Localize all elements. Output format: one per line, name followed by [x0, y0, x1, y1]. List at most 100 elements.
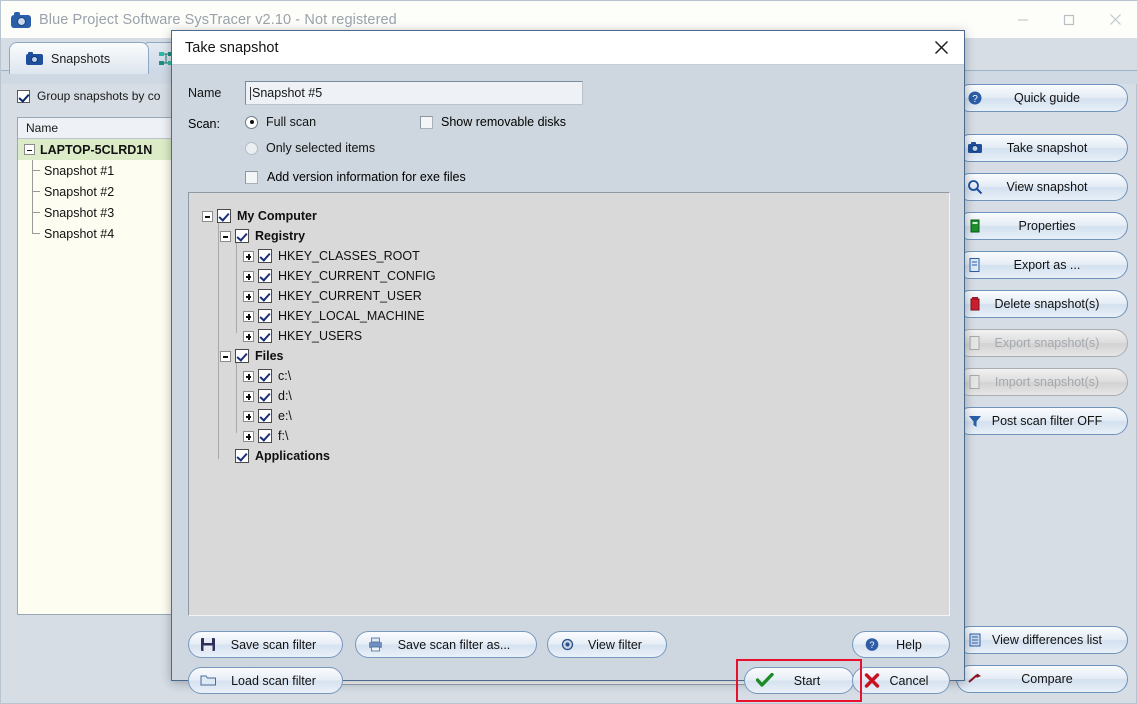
radio-full-scan[interactable]: Full scan	[245, 115, 316, 129]
cancel-button[interactable]: Cancel	[852, 667, 950, 694]
checkbox-checked[interactable]	[258, 289, 272, 303]
radio-full-scan-label: Full scan	[266, 115, 317, 129]
checkbox-checked[interactable]	[258, 429, 272, 443]
collapse-expander-icon[interactable]	[24, 144, 35, 155]
name-row: Name Snapshot #5	[188, 81, 964, 105]
checkbox-checked[interactable]	[258, 309, 272, 323]
camera-icon	[26, 51, 43, 66]
scan-filter-tree[interactable]: My Computer Registry HKEY_CLASSES_ROOT H…	[188, 192, 950, 616]
properties-button[interactable]: Properties	[956, 212, 1128, 240]
expand-expander-icon[interactable]	[243, 390, 254, 402]
properties-icon	[967, 218, 983, 234]
expand-expander-icon[interactable]	[243, 310, 254, 322]
export-snapshots-button[interactable]: Export snapshot(s)	[956, 329, 1128, 357]
view-differences-button[interactable]: View differences list	[956, 626, 1128, 654]
tree-node[interactable]: HKEY_LOCAL_MACHINE	[202, 306, 949, 326]
list-item[interactable]: Snapshot #2	[18, 181, 183, 202]
expand-expander-icon[interactable]	[243, 270, 254, 282]
snapshot-label: Snapshot #3	[44, 205, 115, 220]
expand-expander-icon[interactable]	[243, 430, 254, 442]
tab-snapshots-label: Snapshots	[51, 51, 111, 66]
post-scan-filter-button[interactable]: Post scan filter OFF	[956, 407, 1128, 435]
minimize-button[interactable]	[1000, 1, 1046, 38]
help-button[interactable]: ? Help	[852, 631, 950, 658]
load-scan-filter-button[interactable]: Load scan filter	[188, 667, 343, 694]
radio-only-selected[interactable]: Only selected items	[245, 141, 375, 155]
save-scan-filter-as-button[interactable]: Save scan filter as...	[355, 631, 537, 658]
tree-node[interactable]: HKEY_CLASSES_ROOT	[202, 246, 949, 266]
view-snapshot-button[interactable]: View snapshot	[956, 173, 1128, 201]
delete-icon	[967, 296, 983, 312]
tree-node[interactable]: HKEY_CURRENT_CONFIG	[202, 266, 949, 286]
start-button[interactable]: Start	[744, 667, 854, 694]
tree-node-label: My Computer	[237, 209, 317, 223]
list-item[interactable]: Snapshot #1	[18, 160, 183, 181]
window-title: Blue Project Software SysTracer v2.10 - …	[39, 11, 397, 28]
list-icon	[967, 632, 983, 648]
checkbox-checked[interactable]	[258, 269, 272, 283]
checkbox-checked[interactable]	[258, 409, 272, 423]
expand-expander-icon[interactable]	[243, 290, 254, 302]
export-as-button[interactable]: Export as ...	[956, 251, 1128, 279]
collapse-expander-icon[interactable]	[202, 210, 213, 222]
show-removable-disks-checkbox[interactable]: Show removable disks	[420, 115, 566, 129]
snapshots-list[interactable]: Name LAPTOP-5CLRD1N Snapshot #1 Snapshot…	[17, 117, 183, 615]
tree-node[interactable]: d:\	[202, 386, 949, 406]
group-snapshots-checkbox[interactable]: Group snapshots by co	[17, 89, 160, 103]
snapshot-name-input[interactable]: Snapshot #5	[245, 81, 583, 105]
take-snapshot-dialog: Take snapshot Name Snapshot #5 Scan: Ful…	[171, 30, 965, 702]
checkbox-checked[interactable]	[258, 249, 272, 263]
quick-guide-button[interactable]: ? Quick guide	[956, 84, 1128, 112]
tree-node[interactable]: f:\	[202, 426, 949, 446]
import-snapshots-button[interactable]: Import snapshot(s)	[956, 368, 1128, 396]
checkbox-checked[interactable]	[217, 209, 231, 223]
name-label: Name	[188, 86, 222, 100]
close-icon[interactable]	[918, 31, 964, 65]
tree-node[interactable]: c:\	[202, 366, 949, 386]
tree-node[interactable]: HKEY_USERS	[202, 326, 949, 346]
checkbox-checked[interactable]	[258, 369, 272, 383]
list-column-header[interactable]: Name	[18, 118, 183, 139]
tree-node[interactable]: Files	[202, 346, 949, 366]
save-scan-filter-button[interactable]: Save scan filter	[188, 631, 343, 658]
close-button[interactable]	[1092, 1, 1137, 38]
checkbox-checked[interactable]	[235, 229, 249, 243]
tab-snapshots[interactable]: Snapshots	[9, 42, 149, 74]
tree-node-label: HKEY_CLASSES_ROOT	[278, 249, 420, 263]
maximize-button[interactable]	[1046, 1, 1092, 38]
list-item[interactable]: Snapshot #4	[18, 223, 183, 244]
list-item[interactable]: Snapshot #3	[18, 202, 183, 223]
checkbox-checked[interactable]	[235, 349, 249, 363]
checkbox-checked[interactable]	[235, 449, 249, 463]
snapshot-label: Snapshot #4	[44, 226, 115, 241]
tree-node[interactable]: My Computer	[202, 206, 949, 226]
view-filter-icon	[559, 637, 576, 652]
expand-expander-icon[interactable]	[243, 410, 254, 422]
compare-button[interactable]: Compare	[956, 665, 1128, 693]
take-snapshot-button[interactable]: Take snapshot	[956, 134, 1128, 162]
computer-root-row[interactable]: LAPTOP-5CLRD1N	[18, 139, 183, 160]
collapse-expander-icon[interactable]	[220, 230, 231, 242]
tree-node[interactable]: Applications	[202, 446, 949, 466]
book-icon: ?	[967, 90, 983, 106]
checkmark-icon	[756, 673, 774, 688]
group-snapshots-label: Group snapshots by co	[37, 89, 161, 103]
collapse-expander-icon[interactable]	[220, 350, 231, 362]
radio-dot	[245, 141, 258, 155]
checkbox-checked[interactable]	[258, 389, 272, 403]
add-version-info-checkbox[interactable]: Add version information for exe files	[245, 170, 466, 184]
tree-node[interactable]: HKEY_CURRENT_USER	[202, 286, 949, 306]
expand-expander-icon[interactable]	[243, 330, 254, 342]
filter-icon	[967, 413, 983, 429]
tree-node[interactable]: e:\	[202, 406, 949, 426]
view-filter-button[interactable]: View filter	[547, 631, 667, 658]
dialog-title-bar: Take snapshot	[172, 31, 964, 65]
expand-expander-icon[interactable]	[243, 370, 254, 382]
tree-node-label: Registry	[255, 229, 306, 243]
folder-open-icon	[200, 673, 217, 688]
checkbox-checked[interactable]	[258, 329, 272, 343]
delete-snapshots-button[interactable]: Delete snapshot(s)	[956, 290, 1128, 318]
checkbox-box	[420, 115, 433, 129]
tree-node[interactable]: Registry	[202, 226, 949, 246]
expand-expander-icon[interactable]	[243, 250, 254, 262]
